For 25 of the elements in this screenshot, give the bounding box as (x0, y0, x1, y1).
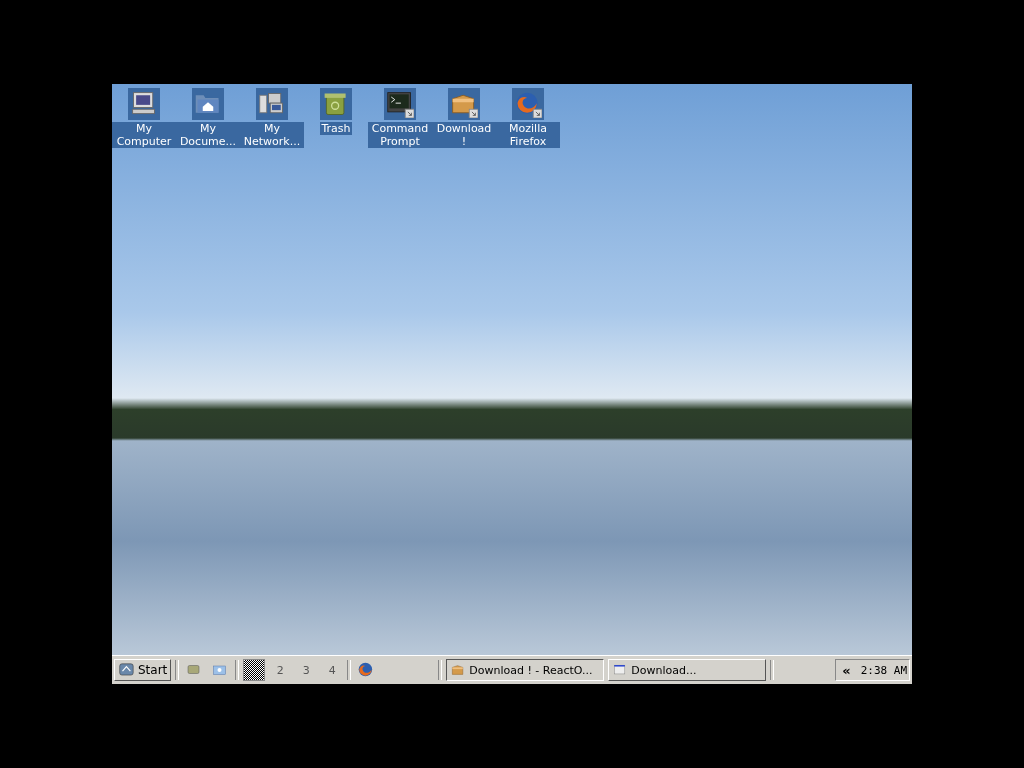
workspace-pager-button[interactable]: 3 (295, 659, 318, 681)
desktop-shortcut-icon[interactable] (384, 88, 416, 120)
desktop-icon-label[interactable]: My Computer (112, 122, 176, 148)
start-button[interactable]: Start (114, 659, 172, 681)
desktop-icon-label[interactable]: My Network... (240, 122, 304, 148)
globe-fox-icon (514, 90, 542, 118)
start-icon (118, 661, 136, 679)
desktop-icon-label[interactable]: Trash (320, 122, 352, 135)
desktop-shortcut-icon[interactable] (256, 88, 288, 120)
task-button[interactable]: Download... (608, 659, 767, 681)
workspace-pager-button[interactable]: 4 (321, 659, 344, 681)
desktop-icon-label[interactable]: Mozilla Firefox (496, 122, 560, 148)
clock: 2:38 AM (860, 663, 907, 677)
desktop-icon-label[interactable]: Command Prompt (368, 122, 432, 148)
package-icon (451, 663, 466, 677)
desktop-shortcut-icon[interactable] (192, 88, 224, 120)
desktop-shortcut-icon[interactable] (128, 88, 160, 120)
workspace-pager-button[interactable]: 2 (269, 659, 292, 681)
tray-toggle-button[interactable]: « (842, 662, 851, 678)
desktop-icon-label[interactable]: My Docume... (176, 122, 240, 148)
workspace-pager-button[interactable] (243, 659, 266, 681)
desktop-icon-label[interactable]: Download ! (432, 122, 496, 148)
terminal-icon (386, 90, 414, 118)
window-icon (613, 663, 628, 677)
task-button[interactable]: Download ! - ReactO... (446, 659, 605, 681)
